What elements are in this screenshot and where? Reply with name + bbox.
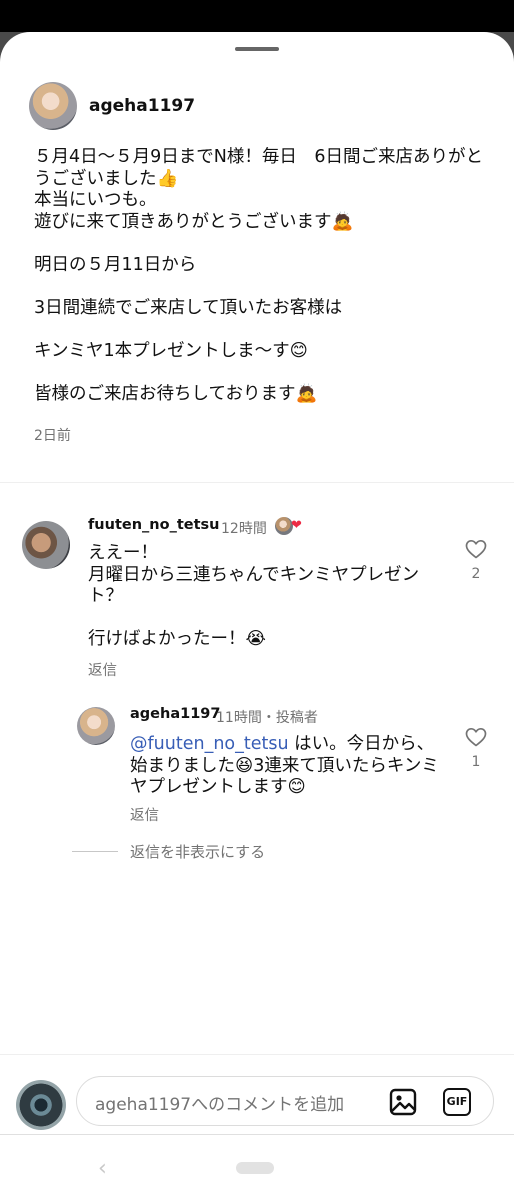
comment-timestamp: 12時間 <box>221 521 267 537</box>
image-icon[interactable] <box>388 1087 418 1117</box>
comment-avatar[interactable] <box>22 521 70 569</box>
post-timestamp: 2日前 <box>34 428 71 444</box>
heart-outline-icon[interactable] <box>464 537 488 561</box>
reply-avatar[interactable] <box>77 707 115 745</box>
comment-username[interactable]: fuuten_no_tetsu <box>88 517 219 533</box>
comment-text: ええー！ 月曜日から三連ちゃんでキンミヤプレゼント？ 行けばよかったー！😭 <box>88 543 420 649</box>
heart-outline-icon[interactable] <box>464 725 488 749</box>
caption-divider <box>0 482 514 483</box>
nav-back-icon[interactable]: ‹ <box>98 1156 107 1181</box>
post-author-avatar[interactable] <box>29 82 77 130</box>
hide-replies-button[interactable]: 返信を非表示にする <box>130 841 265 862</box>
like-count: 1 <box>471 754 481 770</box>
input-divider <box>0 1054 514 1055</box>
nav-divider <box>0 1134 514 1135</box>
heart-filled-icon: ❤ <box>291 518 302 533</box>
comments-sheet: ageha1197 ５月4日〜５月9日までN様！毎日 6日間ご来店ありがとうござ… <box>0 32 514 1200</box>
comment-input-placeholder: ageha1197へのコメントを追加 <box>95 1095 345 1115</box>
post-caption: ５月4日〜５月9日までN様！毎日 6日間ご来店ありがとうございました👍 本当にい… <box>34 147 483 404</box>
sheet-drag-handle[interactable] <box>235 47 279 51</box>
current-user-avatar <box>16 1080 66 1130</box>
gif-icon[interactable]: GIF <box>443 1088 471 1116</box>
reply-text: @fuuten_no_tetsu はい。今日から、始まりました😆3連来て頂いたら… <box>130 734 440 799</box>
like-count: 2 <box>471 566 481 582</box>
status-bar <box>0 0 514 32</box>
hide-replies-line <box>72 851 118 852</box>
reply-meta: 11時間・投稿者 <box>216 710 318 726</box>
post-author-username[interactable]: ageha1197 <box>89 96 195 116</box>
mention-link[interactable]: @fuuten_no_tetsu <box>130 734 289 754</box>
reply-button[interactable]: 返信 <box>88 659 117 680</box>
nav-home-pill[interactable] <box>236 1162 274 1174</box>
reply-button[interactable]: 返信 <box>130 804 159 825</box>
reply-username[interactable]: ageha1197 <box>130 706 220 722</box>
comment-input[interactable]: ageha1197へのコメントを追加 GIF <box>76 1076 494 1126</box>
